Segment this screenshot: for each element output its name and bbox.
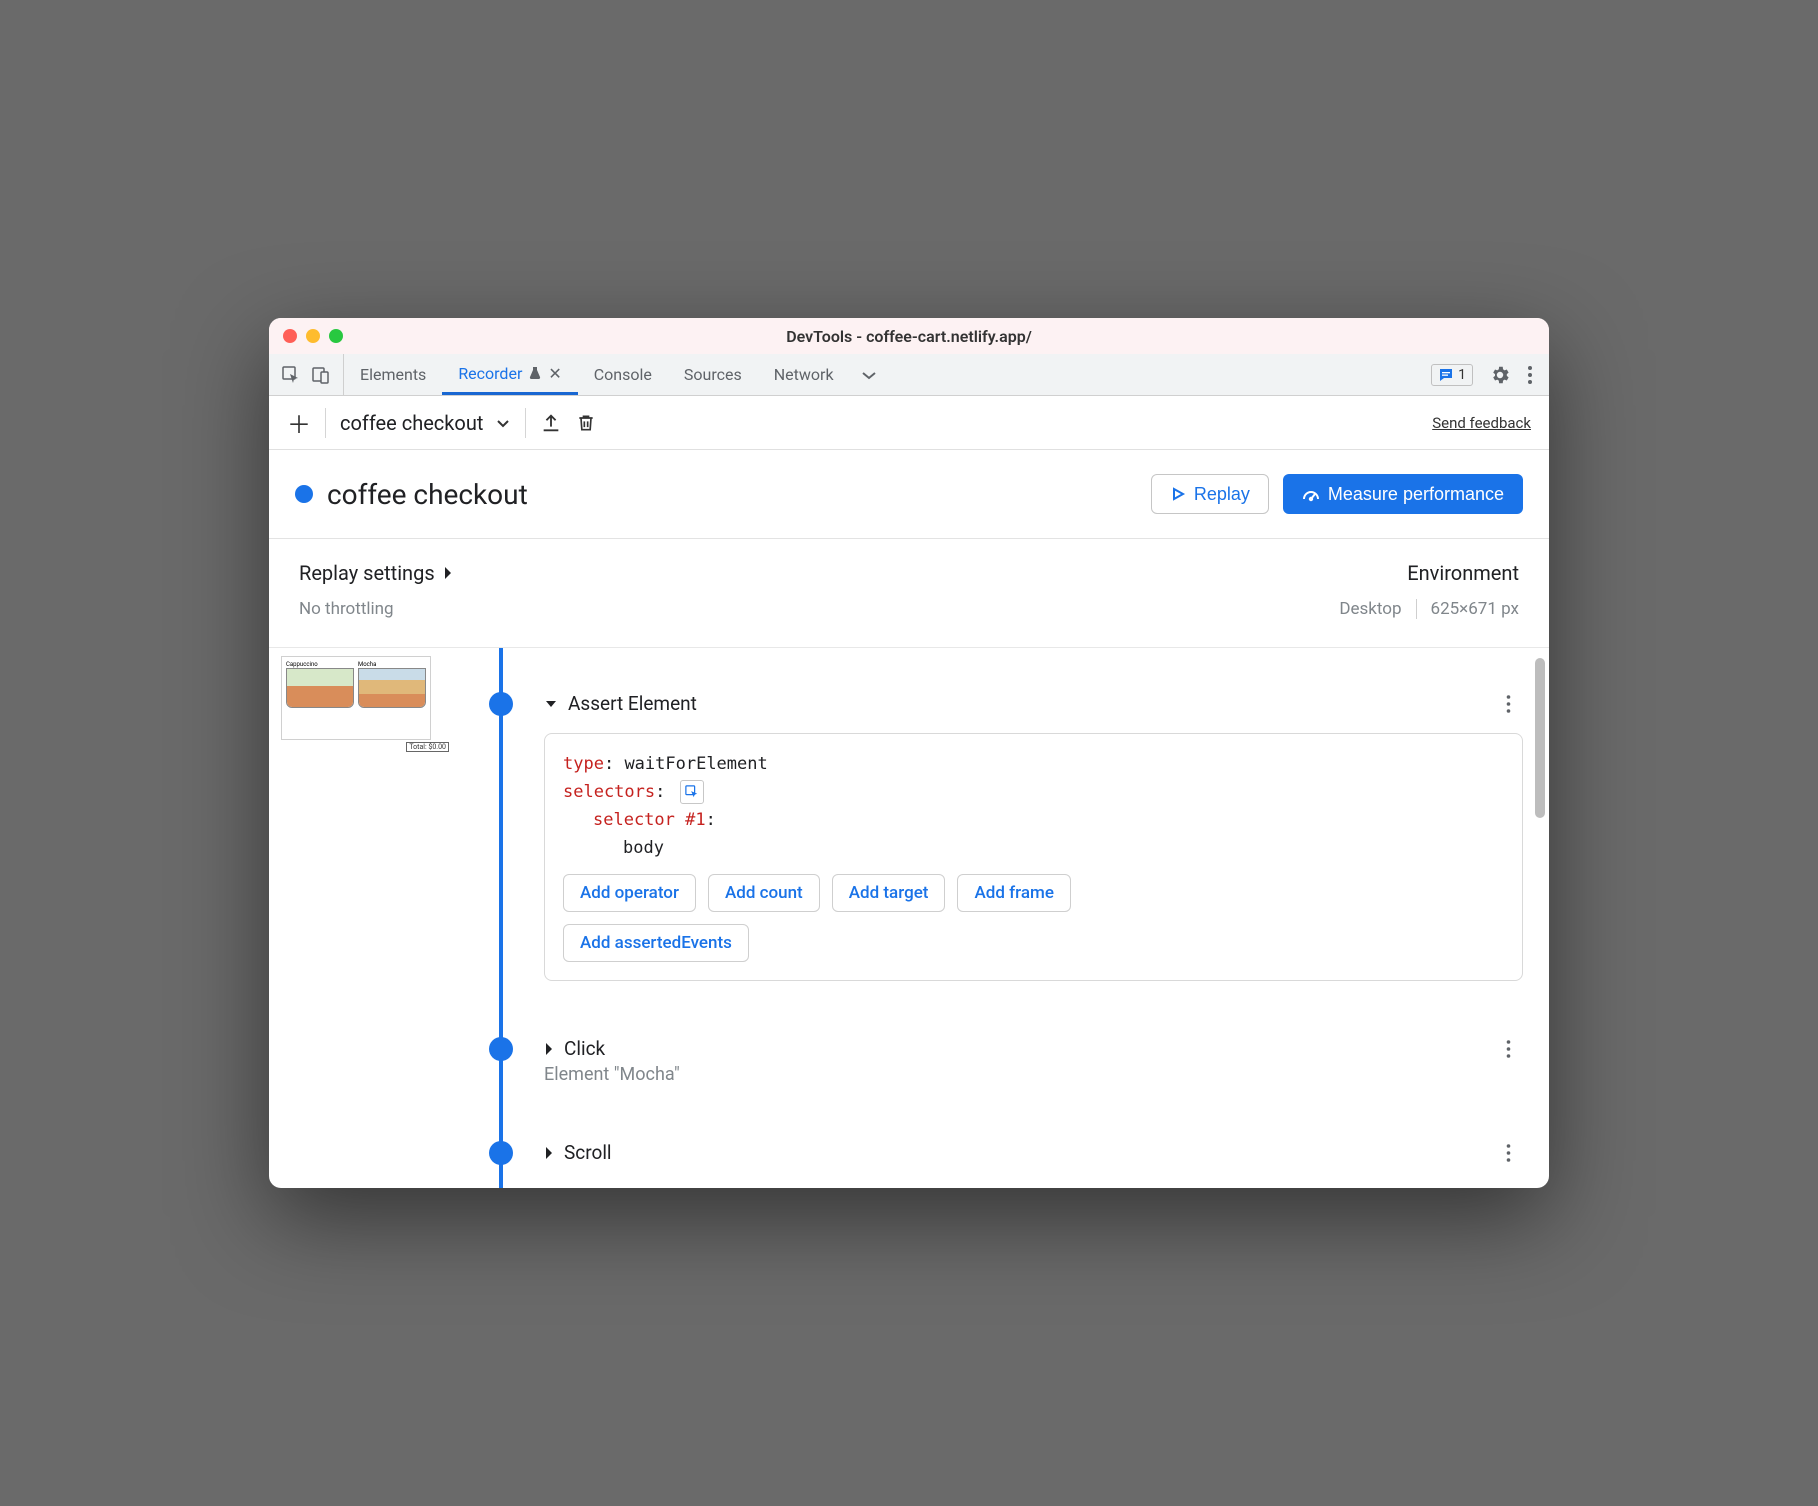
status-dot (295, 485, 313, 503)
divider (1416, 599, 1417, 619)
step-header[interactable]: Assert Element (544, 692, 1523, 715)
step-more-icon[interactable] (1506, 694, 1511, 714)
titlebar: DevTools - coffee-cart.netlify.app/ (269, 318, 1549, 354)
step-dot (489, 1141, 513, 1165)
recording-name: coffee checkout (340, 411, 483, 435)
inspect-icon[interactable] (281, 365, 301, 385)
pick-selector-icon[interactable] (680, 780, 704, 804)
devtools-window: DevTools - coffee-cart.netlify.app/ Elem… (269, 318, 1549, 1188)
export-icon[interactable] (540, 412, 562, 434)
steps-timeline: Assert Element type: waitForElement sele… (449, 648, 1549, 1188)
chevron-right-icon (544, 1146, 554, 1160)
step-more-icon[interactable] (1506, 1143, 1511, 1163)
traffic-lights (283, 329, 343, 343)
selector-label: selector #1 (593, 810, 706, 830)
settings-icon[interactable] (1489, 364, 1511, 386)
close-window-button[interactable] (283, 329, 297, 343)
send-feedback-link[interactable]: Send feedback (1432, 414, 1531, 432)
chevron-down-icon (544, 697, 558, 711)
play-icon (1170, 486, 1186, 502)
window-title: DevTools - coffee-cart.netlify.app/ (786, 327, 1032, 346)
add-asserted-events-button[interactable]: Add assertedEvents (563, 924, 749, 962)
delete-icon[interactable] (576, 412, 596, 434)
issues-badge[interactable]: 1 (1431, 364, 1473, 386)
chevron-down-icon (495, 415, 511, 431)
step-click: Click Element "Mocha" (449, 1037, 1523, 1085)
step-header[interactable]: Click (544, 1037, 1523, 1060)
thumbnail-column: Cappuccino Mocha Total: $0.00 (269, 648, 449, 1188)
divider (525, 408, 526, 438)
settings-row: Replay settings No throttling Environmen… (269, 539, 1549, 648)
device-value: Desktop (1339, 599, 1401, 619)
measure-label: Measure performance (1328, 484, 1504, 505)
measure-performance-button[interactable]: Measure performance (1283, 474, 1523, 514)
more-icon[interactable] (1527, 364, 1533, 386)
recorder-toolbar: ＋ coffee checkout Send feedback (269, 396, 1549, 450)
step-header[interactable]: Scroll (544, 1141, 1523, 1164)
new-recording-button[interactable]: ＋ (287, 405, 311, 440)
page-title: coffee checkout (327, 478, 1137, 511)
step-title: Scroll (564, 1141, 612, 1164)
add-frame-button[interactable]: Add frame (957, 874, 1070, 912)
maximize-window-button[interactable] (329, 329, 343, 343)
add-count-button[interactable]: Add count (708, 874, 820, 912)
replay-settings-toggle[interactable]: Replay settings (299, 561, 1339, 585)
divider (325, 408, 326, 438)
replay-button[interactable]: Replay (1151, 474, 1269, 514)
tab-sources[interactable]: Sources (668, 354, 758, 395)
close-tab-icon[interactable]: ✕ (548, 364, 561, 383)
viewport-value: 625×671 px (1431, 599, 1519, 619)
gauge-icon (1302, 485, 1320, 503)
timeline-content: Cappuccino Mocha Total: $0.00 Assert Ele… (269, 648, 1549, 1188)
step-dot (489, 1037, 513, 1061)
selectors-key: selectors (563, 782, 655, 802)
recording-header: coffee checkout Replay Measure performan… (269, 450, 1549, 539)
type-value: waitForElement (624, 754, 767, 774)
step-dot (489, 692, 513, 716)
recording-selector[interactable]: coffee checkout (340, 411, 511, 435)
tab-console[interactable]: Console (578, 354, 668, 395)
flask-icon (528, 366, 542, 380)
tab-recorder-label: Recorder (458, 364, 522, 383)
tab-recorder[interactable]: Recorder ✕ (442, 354, 577, 395)
minimize-window-button[interactable] (306, 329, 320, 343)
scrollbar[interactable] (1535, 658, 1545, 818)
replay-settings-label: Replay settings (299, 561, 435, 585)
selector-value[interactable]: body (623, 838, 664, 858)
devtools-tabbar: Elements Recorder ✕ Console Sources Netw… (269, 354, 1549, 396)
tab-overflow[interactable] (850, 354, 888, 395)
add-target-button[interactable]: Add target (832, 874, 946, 912)
step-assert-element: Assert Element type: waitForElement sele… (449, 692, 1523, 981)
tab-elements[interactable]: Elements (344, 354, 442, 395)
type-key: type (563, 754, 604, 774)
step-title: Click (564, 1037, 605, 1060)
tab-network[interactable]: Network (758, 354, 850, 395)
chevron-right-icon (544, 1042, 554, 1056)
step-more-icon[interactable] (1506, 1039, 1511, 1059)
step-details-panel: type: waitForElement selectors: selector… (544, 733, 1523, 981)
step-title: Assert Element (568, 692, 697, 715)
screenshot-thumbnail[interactable]: Cappuccino Mocha (281, 656, 431, 740)
throttling-value: No throttling (299, 599, 1339, 619)
environment-title: Environment (1339, 561, 1519, 585)
chat-icon (1438, 367, 1454, 383)
step-scroll: Scroll (449, 1141, 1523, 1164)
device-toggle-icon[interactable] (311, 365, 331, 385)
add-operator-button[interactable]: Add operator (563, 874, 696, 912)
issues-count: 1 (1458, 367, 1466, 383)
step-subtitle: Element "Mocha" (544, 1064, 1523, 1085)
chevron-right-icon (443, 566, 453, 580)
replay-label: Replay (1194, 484, 1250, 505)
